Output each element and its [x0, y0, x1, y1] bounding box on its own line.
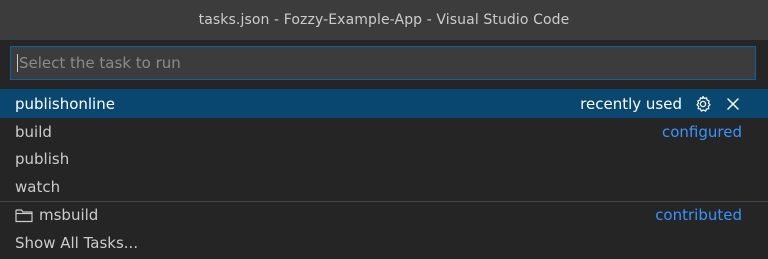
task-item-publish[interactable]: publish	[0, 146, 768, 174]
task-detail: configured	[662, 122, 742, 141]
task-detail: recently used	[580, 94, 682, 113]
task-item-watch[interactable]: watch	[0, 173, 768, 201]
window-title: tasks.json - Fozzy-Example-App - Visual …	[198, 12, 570, 28]
task-item-msbuild[interactable]: msbuild contributed	[0, 202, 768, 230]
title-bar: tasks.json - Fozzy-Example-App - Visual …	[0, 0, 768, 40]
quick-pick-input-wrap: Select the task to run	[0, 40, 768, 84]
task-label: watch	[15, 177, 61, 196]
task-label: publish	[15, 150, 70, 169]
task-label: msbuild	[39, 206, 99, 225]
task-search-input[interactable]: Select the task to run	[10, 46, 756, 80]
task-list: publishonline recently used build config…	[0, 89, 768, 257]
show-all-tasks[interactable]: Show All Tasks...	[0, 229, 768, 257]
folder-icon	[15, 208, 33, 223]
task-label: publishonline	[15, 94, 115, 113]
task-detail: contributed	[655, 206, 742, 225]
task-label: Show All Tasks...	[15, 233, 139, 252]
quick-pick: Select the task to run publishonline rec…	[0, 40, 768, 257]
task-label: build	[15, 122, 52, 141]
task-item-publishonline[interactable]: publishonline recently used	[0, 89, 768, 118]
text-caret	[17, 54, 18, 72]
close-icon[interactable]	[724, 95, 742, 113]
vscode-window: tasks.json - Fozzy-Example-App - Visual …	[0, 0, 768, 259]
search-placeholder: Select the task to run	[19, 54, 181, 72]
task-actions	[694, 95, 742, 113]
gear-icon[interactable]	[694, 95, 712, 113]
task-item-build[interactable]: build configured	[0, 118, 768, 146]
